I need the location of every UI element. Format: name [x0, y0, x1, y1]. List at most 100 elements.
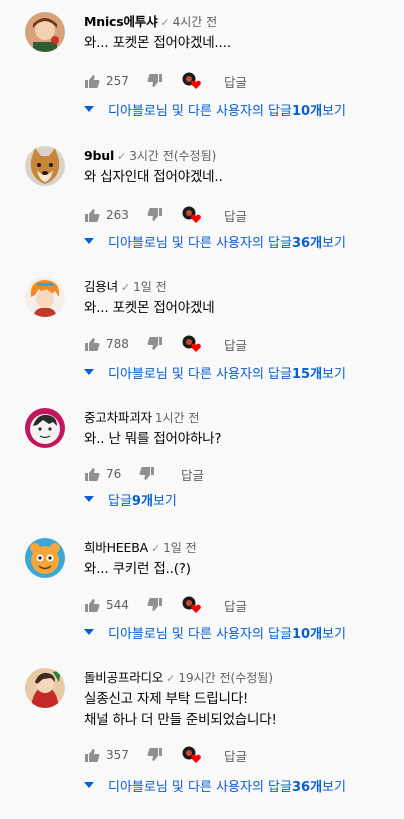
comment-line: 실종신고 자제 부탁 드립니다! [84, 691, 249, 707]
caret-down-icon [84, 782, 94, 788]
thumbs-down-icon[interactable] [147, 336, 163, 352]
comment-actions: 257 답글 [84, 69, 247, 93]
creator-heart-icon [182, 72, 201, 89]
comment-text: 와.. 난 뭐를 접어야하나? [84, 429, 404, 450]
comment-header: 중고차파괴자 1시간 전 [84, 408, 404, 426]
check-icon: ✓ [160, 16, 170, 29]
avatar[interactable] [25, 277, 65, 317]
reply-button[interactable]: 답글 [224, 596, 247, 615]
replies-suffix: 보기 [322, 103, 346, 119]
comment-actions: 544 답글 [84, 593, 247, 617]
avatar[interactable] [25, 146, 65, 186]
reply-button[interactable]: 답글 [224, 72, 247, 91]
thumbs-down-icon[interactable] [147, 207, 163, 223]
reply-button[interactable]: 답글 [224, 746, 247, 765]
like-count: 263 [106, 208, 129, 222]
creator-heart [181, 746, 203, 764]
like-count: 257 [106, 74, 129, 88]
view-replies-button[interactable]: 디아블로님 및 다른 사용자의 답글 36개 보기 [84, 231, 346, 251]
check-icon: ✓ [150, 542, 161, 555]
creator-heart-icon [182, 746, 201, 763]
author-name[interactable]: Mnics에투샤 [84, 14, 158, 29]
thumbs-up-icon[interactable] [84, 466, 100, 482]
creator-heart-icon [182, 596, 201, 613]
avatar[interactable] [25, 538, 65, 578]
thumbs-up-icon[interactable] [84, 747, 100, 763]
view-replies-button[interactable]: 디아블로님 및 다른 사용자의 답글 15개 보기 [84, 362, 346, 382]
view-replies-button[interactable]: 디아블로님 및 다른 사용자의 답글 36개 보기 [84, 775, 346, 795]
replies-suffix: 보기 [322, 779, 346, 795]
timestamp[interactable]: 19시간 전(수정됨) [178, 671, 273, 685]
avatar[interactable] [25, 12, 65, 52]
check-icon: ✓ [166, 672, 176, 685]
comment-actions: 263 답글 [84, 203, 247, 227]
replies-count: 15개 [291, 366, 323, 382]
thumbs-down-icon[interactable] [147, 747, 163, 763]
thumbs-up-icon[interactable] [84, 73, 100, 89]
creator-heart-icon [182, 335, 201, 352]
timestamp[interactable]: 3시간 전(수정됨) [129, 149, 216, 163]
creator-heart-icon [182, 206, 201, 223]
replies-prefix: 디아블로님 및 다른 사용자의 답글 [108, 103, 292, 119]
caret-down-icon [84, 106, 94, 112]
replies-prefix: 디아블로님 및 다른 사용자의 답글 [108, 235, 292, 251]
replies-suffix: 보기 [152, 493, 177, 509]
replies-count: 9개 [131, 493, 153, 509]
author-name[interactable]: 김용녀 [84, 279, 118, 294]
avatar[interactable] [25, 668, 65, 708]
comment-actions: 357 답글 [84, 743, 247, 767]
author-name[interactable]: 중고차파괴자 [84, 410, 152, 425]
thumbs-down-icon[interactable] [139, 466, 155, 482]
replies-suffix: 보기 [322, 235, 346, 251]
creator-heart [181, 206, 203, 224]
author-name[interactable]: 돌비공프라디오 [84, 670, 163, 685]
comment-line: 와... 쿠키런 접..(?) [84, 561, 191, 577]
replies-count: 36개 [291, 235, 323, 251]
reply-button[interactable]: 답글 [224, 206, 247, 225]
replies-prefix: 디아블로님 및 다른 사용자의 답글 [108, 779, 292, 795]
reply-button[interactable]: 답글 [224, 335, 247, 354]
comment-line: 와... 포켓몬 접어야겠네 [84, 300, 215, 316]
comment-header: 희바HEEBA ✓ 1일 전 [84, 538, 404, 556]
creator-heart [181, 335, 203, 353]
comment-header: Mnics에투샤 ✓ 4시간 전 [84, 12, 404, 30]
comment-line: 와... 포켓몬 접어야겠네.... [84, 35, 231, 51]
like-count: 76 [106, 467, 122, 481]
replies-count: 10개 [291, 103, 323, 119]
replies-suffix: 보기 [322, 626, 346, 642]
view-replies-button[interactable]: 답글 9개 보기 [84, 489, 177, 509]
timestamp[interactable]: 1시간 전 [155, 411, 200, 425]
avatar[interactable] [25, 408, 65, 448]
comment-header: 돌비공프라디오 ✓ 19시간 전(수정됨) [84, 668, 404, 686]
replies-prefix: 답글 [108, 493, 132, 509]
replies-count: 10개 [291, 626, 323, 642]
thumbs-down-icon[interactable] [147, 597, 163, 613]
timestamp[interactable]: 4시간 전 [173, 15, 218, 29]
comment-text: 와... 포켓몬 접어야겠네.... [84, 33, 404, 54]
comment-actions: 788 답글 [84, 332, 247, 356]
comment-header: 9bul ✓ 3시간 전(수정됨) [84, 146, 404, 164]
thumbs-up-icon[interactable] [84, 207, 100, 223]
comment-text: 와 십자인대 접어야겠네.. [84, 167, 404, 188]
author-name[interactable]: 9bul [84, 148, 114, 163]
thumbs-up-icon[interactable] [84, 336, 100, 352]
replies-suffix: 보기 [322, 366, 346, 382]
view-replies-button[interactable]: 디아블로님 및 다른 사용자의 답글 10개 보기 [84, 99, 346, 119]
caret-down-icon [84, 369, 94, 375]
author-name[interactable]: 희바HEEBA [84, 540, 148, 555]
timestamp[interactable]: 1일 전 [133, 280, 167, 294]
replies-count: 36개 [291, 779, 323, 795]
view-replies-button[interactable]: 디아블로님 및 다른 사용자의 답글 10개 보기 [84, 622, 346, 642]
check-icon: ✓ [120, 281, 131, 294]
thumbs-up-icon[interactable] [84, 597, 100, 613]
comment-text: 와... 포켓몬 접어야겠네 [84, 298, 404, 319]
creator-heart [181, 596, 203, 614]
timestamp[interactable]: 1일 전 [163, 541, 197, 555]
reply-button[interactable]: 답글 [181, 465, 204, 484]
comment-line: 와 십자인대 접어야겠네.. [84, 169, 223, 185]
like-count: 544 [106, 598, 129, 612]
creator-heart [181, 72, 203, 90]
like-count: 357 [106, 748, 129, 762]
thumbs-down-icon[interactable] [147, 73, 163, 89]
like-count: 788 [106, 337, 129, 351]
